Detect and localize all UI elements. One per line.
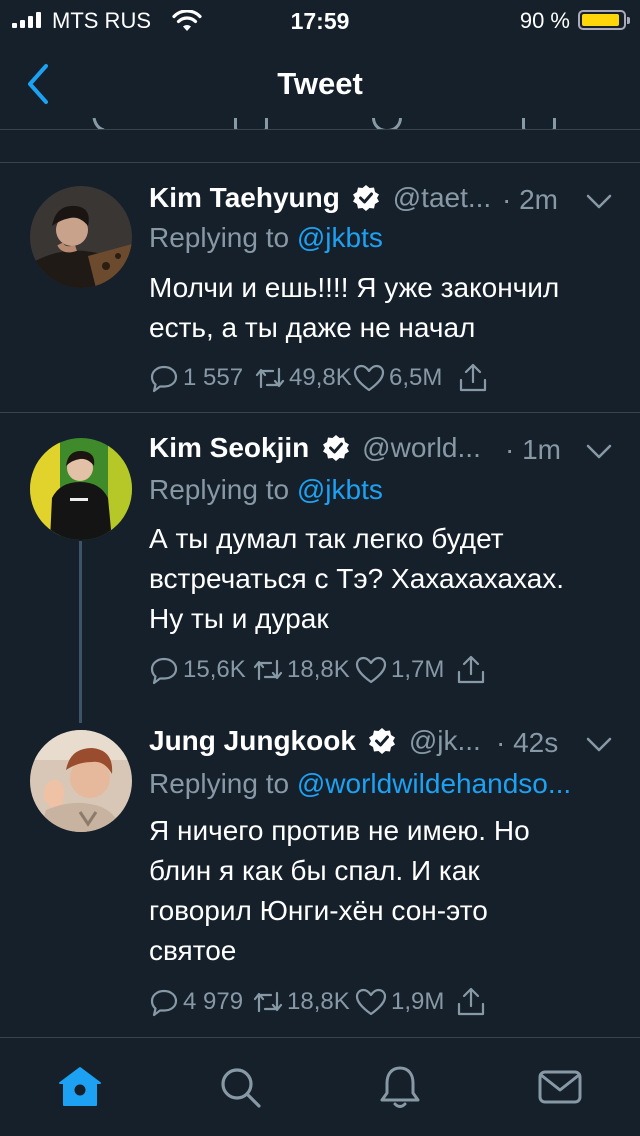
- verified-badge-icon: [369, 728, 396, 754]
- heart-icon: [355, 656, 387, 684]
- chevron-down-icon[interactable]: [586, 737, 612, 753]
- tweet-text-line: блин я как бы спал. И как: [149, 855, 480, 886]
- tweet-text-line: Я ничего против не имею. Но: [149, 815, 530, 846]
- retweet-icon: [253, 991, 283, 1013]
- share-button[interactable]: [455, 985, 487, 1019]
- tab-home[interactable]: [56, 1063, 104, 1111]
- like-count: 6,5M: [389, 364, 443, 391]
- tweet[interactable]: Kim Taehyung @taet... · 2m Replying to @…: [0, 162, 640, 412]
- user-handle[interactable]: @jk...: [409, 725, 481, 756]
- heart-icon: [353, 364, 385, 392]
- retweet-button[interactable]: 49,8K: [255, 361, 352, 395]
- tweet-text-line: Ну ты и дурак: [149, 603, 329, 634]
- user-handle[interactable]: @taet...: [393, 182, 491, 213]
- retweet-icon: [253, 659, 283, 681]
- tweet-text-line: встречаться с Тэ? Хахахахахах.: [149, 563, 565, 594]
- tweet-text-line: А ты думал так легко будет: [149, 523, 504, 554]
- reply-button[interactable]: 15,6K: [149, 653, 246, 687]
- battery-icon: [578, 10, 630, 30]
- tweet-time: · 2m: [502, 184, 558, 215]
- tweet-actions: 1 557 49,8K 6,5M: [149, 361, 609, 395]
- share-icon: [459, 363, 487, 392]
- status-bar: MTS RUS 17:59 90 %: [0, 0, 640, 40]
- tweet-header: Kim Taehyung @taet...: [149, 182, 491, 222]
- tweet-divider: [0, 162, 640, 163]
- share-button[interactable]: [457, 361, 489, 395]
- retweet-button[interactable]: 18,8K: [253, 653, 350, 687]
- previous-tweet-actions: [0, 117, 640, 129]
- retweet-count: 49,8K: [289, 364, 352, 391]
- verified-badge-icon: [322, 435, 349, 461]
- avatar[interactable]: [30, 438, 132, 540]
- like-button[interactable]: 1,7M: [355, 653, 444, 687]
- avatar[interactable]: [30, 186, 132, 288]
- retweet-count: 18,8K: [287, 656, 350, 683]
- retweet-icon: [255, 367, 285, 389]
- tweet-time: · 42s: [496, 727, 559, 758]
- tweet-actions: 15,6K 18,8K 1,7M: [149, 653, 609, 687]
- tweet-header: Kim Seokjin @world...: [149, 432, 481, 472]
- mention-link[interactable]: @jkbts: [297, 222, 383, 253]
- reply-button[interactable]: 4 979: [149, 985, 243, 1019]
- replying-to: Replying to @worldwildehandso...: [149, 768, 571, 800]
- reply-count: 1 557: [183, 364, 244, 391]
- like-button[interactable]: 6,5M: [353, 361, 442, 395]
- replying-to-label: Replying to: [149, 474, 297, 505]
- tweet-text-line: говорил Юнги-хён сон-это: [149, 895, 488, 926]
- tweet-text: Я ничего против не имею. Но блин я как б…: [149, 811, 619, 971]
- reply-icon: [150, 657, 178, 685]
- home-icon: [59, 1067, 101, 1106]
- tweet[interactable]: Kim Seokjin @world... · 1m Replying to @…: [0, 413, 640, 713]
- tweet-text-line: есть, а ты даже не начал: [149, 312, 476, 343]
- chevron-down-icon[interactable]: [586, 444, 612, 460]
- share-button[interactable]: [455, 653, 487, 687]
- notifications-icon: [380, 1066, 420, 1108]
- like-count: 1,9M: [391, 988, 445, 1015]
- reply-button[interactable]: 1 557: [149, 361, 243, 395]
- share-icon: [457, 987, 485, 1016]
- battery-percentage: 90 %: [519, 8, 570, 33]
- reply-icon: [150, 365, 178, 393]
- reply-count: 15,6K: [183, 656, 246, 683]
- share-icon: [457, 655, 485, 684]
- replying-to-label: Replying to: [149, 222, 297, 253]
- tweet-text-line: Молчи и ешь!!!! Я уже закончил: [149, 272, 560, 303]
- tweet-text: А ты думал так легко будет встречаться с…: [149, 519, 619, 639]
- tab-messages[interactable]: [536, 1063, 584, 1111]
- tab-notifications[interactable]: [376, 1063, 424, 1111]
- replying-to: Replying to @jkbts: [149, 474, 383, 506]
- mention-link[interactable]: @worldwildehandso...: [297, 768, 571, 799]
- mention-link[interactable]: @jkbts: [297, 474, 383, 505]
- reply-icon: [150, 989, 178, 1017]
- search-icon: [221, 1068, 261, 1108]
- replying-to: Replying to @jkbts: [149, 222, 383, 254]
- like-count: 1,7M: [391, 656, 445, 683]
- tab-search[interactable]: [216, 1063, 264, 1111]
- messages-icon: [538, 1070, 582, 1104]
- display-name[interactable]: Kim Seokjin: [149, 432, 309, 463]
- tweet-text-line: святое: [149, 935, 237, 966]
- avatar[interactable]: [30, 730, 132, 832]
- replying-to-label: Replying to: [149, 768, 297, 799]
- reply-count: 4 979: [183, 988, 244, 1015]
- page-title: Tweet: [277, 66, 363, 101]
- tweet-actions: 4 979 18,8K 1,9M: [149, 985, 609, 1019]
- retweet-count: 18,8K: [287, 988, 350, 1015]
- tweet-header: Jung Jungkook @jk...: [149, 725, 481, 765]
- display-name[interactable]: Jung Jungkook: [149, 725, 356, 756]
- chevron-down-icon[interactable]: [586, 194, 612, 210]
- verified-badge-icon: [353, 185, 380, 211]
- tweet-text: Молчи и ешь!!!! Я уже закончил есть, а т…: [149, 268, 619, 348]
- tweet[interactable]: Jung Jungkook @jk... · 42s Replying to @…: [0, 713, 640, 1036]
- tweet-time: · 1m: [505, 434, 561, 465]
- display-name[interactable]: Kim Taehyung: [149, 182, 340, 213]
- nav-bar: Tweet: [0, 40, 640, 130]
- tab-bar: [0, 1037, 640, 1136]
- heart-icon: [355, 988, 387, 1016]
- user-handle[interactable]: @world...: [362, 432, 481, 463]
- like-button[interactable]: 1,9M: [355, 985, 444, 1019]
- retweet-button[interactable]: 18,8K: [253, 985, 350, 1019]
